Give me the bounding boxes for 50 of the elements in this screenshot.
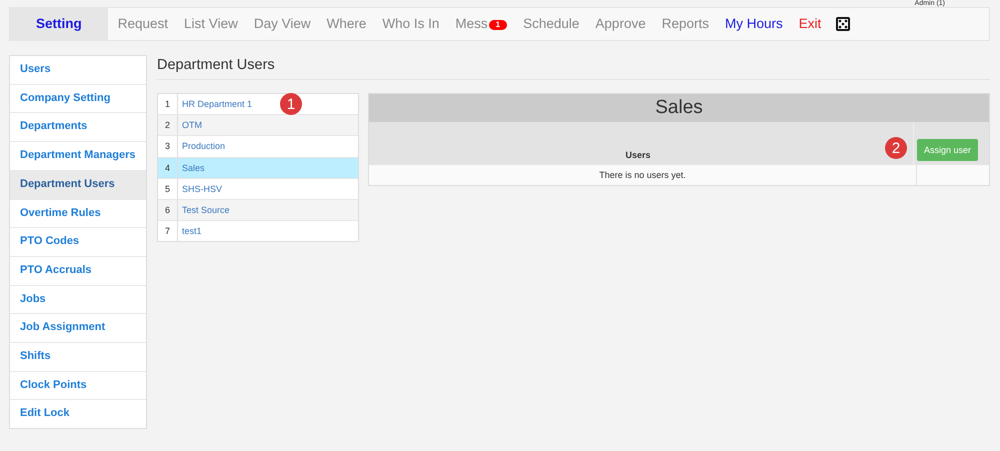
nav-tab[interactable]: List View bbox=[176, 7, 246, 41]
department-row[interactable]: 4 Sales bbox=[158, 158, 358, 179]
nav-tab[interactable]: Schedule bbox=[515, 7, 588, 41]
department-name: Production bbox=[181, 141, 226, 152]
nav-tab[interactable]: Where bbox=[318, 7, 374, 41]
department-row[interactable]: 7 test1 bbox=[158, 221, 358, 242]
row-number: 2 bbox=[158, 115, 178, 136]
sidebar-item[interactable]: PTO Codes bbox=[10, 228, 146, 257]
step-marker: 2 bbox=[885, 137, 907, 159]
sidebar-item[interactable]: Edit Lock bbox=[10, 400, 146, 428]
assign-user-button[interactable]: Assign user bbox=[917, 138, 978, 160]
nav-tab[interactable]: Exit bbox=[790, 7, 830, 41]
nav-tab[interactable]: Request bbox=[110, 7, 176, 41]
sidebar-item[interactable]: Department Users bbox=[10, 170, 146, 200]
message-count-badge: 1 bbox=[488, 20, 508, 30]
department-name: OTM bbox=[181, 120, 202, 130]
page-title: Department Users bbox=[157, 55, 990, 80]
sidebar-item[interactable]: Clock Points bbox=[10, 372, 146, 400]
department-title: Sales bbox=[369, 94, 989, 122]
department-name: Test Source bbox=[181, 205, 230, 216]
row-number: 6 bbox=[158, 200, 178, 220]
sidebar-item[interactable]: Departments bbox=[10, 113, 146, 142]
nav-tab[interactable]: My Hours bbox=[717, 7, 791, 41]
department-row[interactable]: 6 Test Source bbox=[158, 200, 358, 222]
sidebar-item[interactable]: Company Setting bbox=[10, 84, 146, 114]
sidebar-item[interactable]: PTO Accruals bbox=[10, 256, 146, 286]
nav-tab[interactable]: Setting bbox=[10, 7, 108, 41]
department-name: test1 bbox=[181, 226, 202, 236]
sidebar-item[interactable]: Overtime Rules bbox=[10, 200, 146, 228]
empty-message: There is no users yet. bbox=[598, 169, 687, 182]
nav-tab[interactable]: Approve bbox=[587, 7, 654, 41]
sidebar-item[interactable]: Users bbox=[10, 56, 146, 85]
row-number: 3 bbox=[158, 136, 178, 157]
sidebar-item[interactable]: Shifts bbox=[10, 343, 146, 372]
department-name: Sales bbox=[181, 162, 205, 173]
department-name: SHS-HSV bbox=[181, 184, 222, 194]
row-number: 4 bbox=[158, 158, 178, 178]
nav-tab[interactable]: Who Is In bbox=[374, 7, 448, 41]
row-number: 7 bbox=[158, 221, 178, 242]
department-name: HR Department 1 bbox=[181, 99, 252, 110]
department-row[interactable]: 2 OTM bbox=[158, 115, 358, 136]
row-number: 5 bbox=[158, 178, 178, 199]
nav-tab[interactable]: Reports bbox=[654, 7, 717, 41]
nav-tab[interactable]: Mess 1 bbox=[447, 7, 516, 41]
nav-tab[interactable]: Day View bbox=[246, 7, 319, 41]
sidebar-item[interactable]: Job Assignment bbox=[10, 314, 146, 344]
column-header: Users bbox=[624, 150, 652, 160]
step-marker: 1 bbox=[280, 93, 302, 115]
row-number: 1 bbox=[158, 94, 178, 114]
sidebar-item[interactable]: Jobs bbox=[10, 286, 146, 314]
